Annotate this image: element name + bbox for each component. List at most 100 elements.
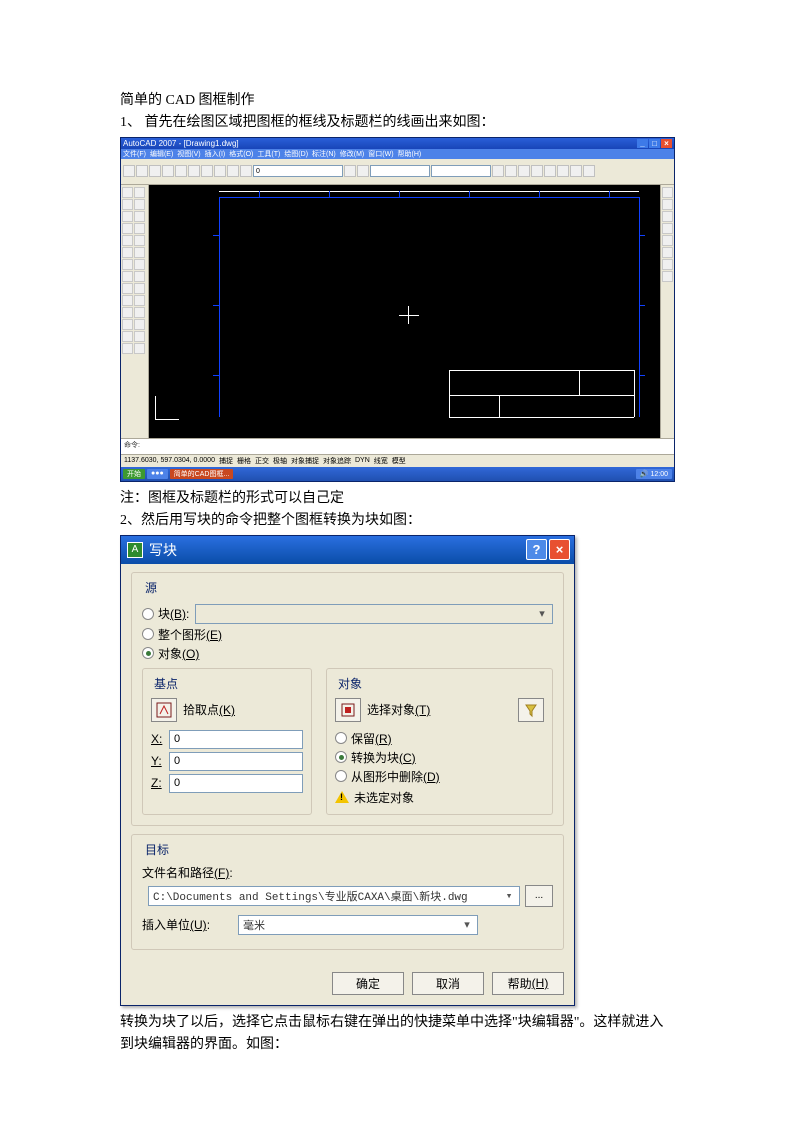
menu-draw[interactable]: 绘图(D) [284, 149, 308, 159]
menu-view[interactable]: 视图(V) [177, 149, 200, 159]
tool-icon[interactable] [662, 271, 673, 282]
toolbar-icon[interactable] [583, 165, 595, 177]
tool-icon[interactable] [134, 307, 145, 318]
toolbar-icon[interactable] [162, 165, 174, 177]
tool-icon[interactable] [134, 283, 145, 294]
toolbar-icon[interactable] [149, 165, 161, 177]
toolbar-icon[interactable] [357, 165, 369, 177]
tool-icon[interactable] [122, 187, 133, 198]
tool-icon[interactable] [122, 247, 133, 258]
quick-select-button[interactable] [518, 698, 544, 722]
radio-delete[interactable] [335, 770, 347, 782]
radio-objects[interactable] [142, 647, 154, 659]
toolbar-icon[interactable] [123, 165, 135, 177]
tool-icon[interactable] [662, 259, 673, 270]
tool-icon[interactable] [122, 271, 133, 282]
tool-icon[interactable] [122, 283, 133, 294]
toolbar-icon[interactable] [227, 165, 239, 177]
start-button[interactable]: 开始 [123, 469, 145, 479]
help-button[interactable]: ? [526, 539, 547, 560]
tool-icon[interactable] [122, 319, 133, 330]
tool-icon[interactable] [122, 259, 133, 270]
tool-icon[interactable] [122, 211, 133, 222]
tool-icon[interactable] [134, 295, 145, 306]
menu-tools[interactable]: 工具(T) [257, 149, 280, 159]
z-input[interactable]: 0 [169, 774, 303, 793]
toolbar-icon[interactable] [240, 165, 252, 177]
layer-select[interactable]: 0 [253, 165, 343, 177]
cad-canvas[interactable] [149, 185, 660, 438]
cad-menubar[interactable]: 文件(F) 编辑(E) 视图(V) 插入(I) 格式(O) 工具(T) 绘图(D… [121, 149, 674, 159]
tool-icon[interactable] [662, 235, 673, 246]
toolbar-icon[interactable] [344, 165, 356, 177]
status-grid[interactable]: 栅格 [237, 456, 251, 466]
tool-icon[interactable] [134, 223, 145, 234]
status-lwt[interactable]: 线宽 [374, 456, 388, 466]
tool-icon[interactable] [662, 247, 673, 258]
status-polar[interactable]: 极轴 [273, 456, 287, 466]
menu-insert[interactable]: 插入(I) [205, 149, 226, 159]
close-button[interactable]: × [549, 539, 570, 560]
toolbar-icon[interactable] [518, 165, 530, 177]
menu-file[interactable]: 文件(F) [123, 149, 146, 159]
status-osnap[interactable]: 对象捕捉 [291, 456, 319, 466]
toolbar-icon[interactable] [136, 165, 148, 177]
tool-icon[interactable] [134, 199, 145, 210]
toolbar-icon[interactable] [557, 165, 569, 177]
radio-block[interactable] [142, 608, 154, 620]
status-otrack[interactable]: 对象追踪 [323, 456, 351, 466]
tool-icon[interactable] [134, 187, 145, 198]
tool-icon[interactable] [662, 199, 673, 210]
tool-icon[interactable] [122, 307, 133, 318]
toolbar-icon[interactable] [175, 165, 187, 177]
color-select[interactable] [370, 165, 430, 177]
status-dyn[interactable]: DYN [355, 457, 370, 464]
menu-help[interactable]: 帮助(H) [398, 149, 422, 159]
command-line[interactable]: 命令: [121, 438, 674, 454]
toolbar-icon[interactable] [214, 165, 226, 177]
tool-icon[interactable] [134, 211, 145, 222]
menu-dim[interactable]: 标注(N) [312, 149, 336, 159]
menu-edit[interactable]: 编辑(E) [150, 149, 173, 159]
tool-icon[interactable] [134, 319, 145, 330]
ok-button[interactable]: 确定 [332, 972, 404, 995]
toolbar-icon[interactable] [201, 165, 213, 177]
tool-icon[interactable] [122, 343, 133, 354]
toolbar-icon[interactable] [188, 165, 200, 177]
browse-button[interactable]: ... [525, 885, 553, 907]
tool-icon[interactable] [134, 259, 145, 270]
radio-retain[interactable] [335, 732, 347, 744]
radio-convert[interactable] [335, 751, 347, 763]
tool-icon[interactable] [122, 235, 133, 246]
pick-point-button[interactable] [151, 698, 177, 722]
linetype-select[interactable] [431, 165, 491, 177]
x-input[interactable]: 0 [169, 730, 303, 749]
tool-icon[interactable] [122, 199, 133, 210]
help-button[interactable]: 帮助(H) [492, 972, 564, 995]
close-button[interactable]: × [661, 139, 672, 148]
menu-format[interactable]: 格式(O) [229, 149, 253, 159]
status-model[interactable]: 模型 [392, 456, 406, 466]
tool-icon[interactable] [134, 235, 145, 246]
cancel-button[interactable]: 取消 [412, 972, 484, 995]
maximize-button[interactable]: □ [649, 139, 660, 148]
toolbar-icon[interactable] [505, 165, 517, 177]
toolbar-icon[interactable] [492, 165, 504, 177]
status-snap[interactable]: 捕捉 [219, 456, 233, 466]
radio-entire[interactable] [142, 628, 154, 640]
taskbar-item[interactable]: 简单的CAD图框... [170, 469, 234, 479]
tool-icon[interactable] [662, 187, 673, 198]
tool-icon[interactable] [662, 211, 673, 222]
tool-icon[interactable] [134, 343, 145, 354]
tool-icon[interactable] [134, 247, 145, 258]
tool-icon[interactable] [134, 331, 145, 342]
taskbar-item[interactable]: ●●● [147, 469, 168, 479]
tool-icon[interactable] [662, 223, 673, 234]
system-tray[interactable]: 🔊 12:00 [636, 469, 672, 479]
status-ortho[interactable]: 正交 [255, 456, 269, 466]
y-input[interactable]: 0 [169, 752, 303, 771]
minimize-button[interactable]: _ [637, 139, 648, 148]
menu-modify[interactable]: 修改(M) [340, 149, 365, 159]
select-objects-button[interactable] [335, 698, 361, 722]
toolbar-icon[interactable] [544, 165, 556, 177]
